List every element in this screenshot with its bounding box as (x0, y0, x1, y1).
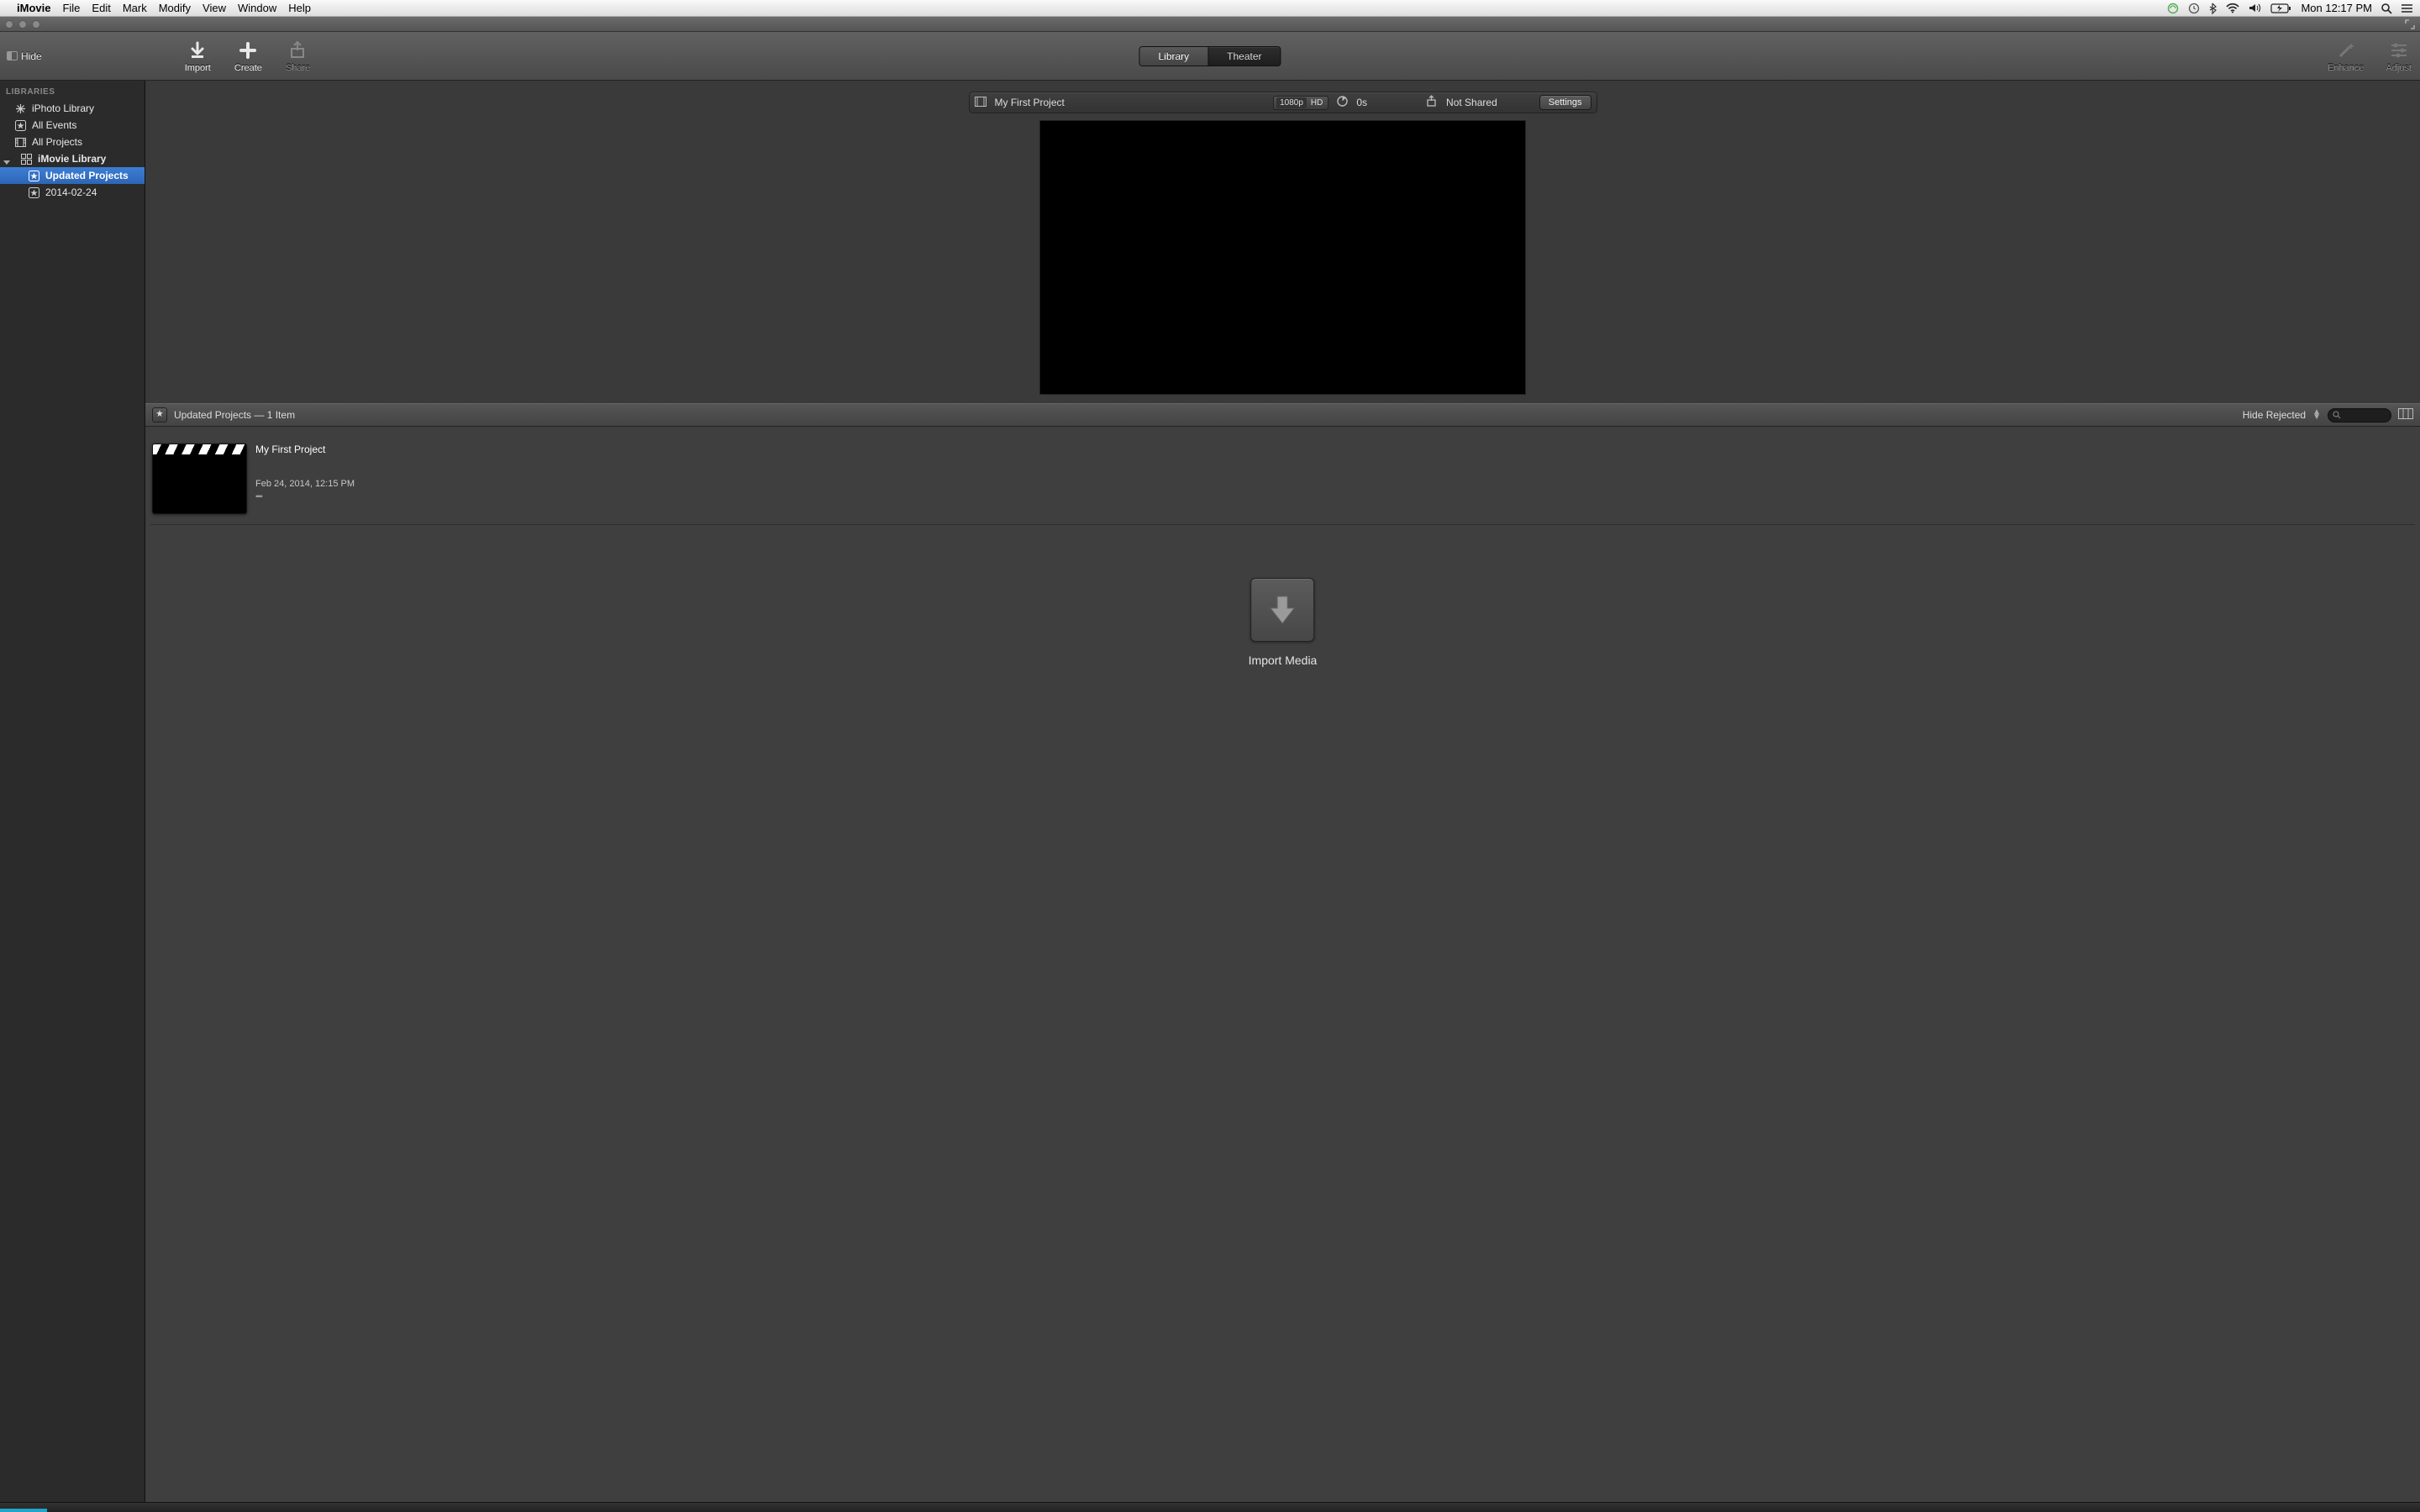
menubar-clock[interactable]: Mon 12:17 PM (2301, 2, 2372, 14)
create-icon (237, 39, 259, 61)
star-icon (29, 187, 39, 198)
close-window-icon[interactable] (5, 20, 13, 29)
hide-label: Hide (21, 50, 42, 62)
dock-indicator (0, 1509, 47, 1512)
share-button[interactable]: Share (286, 39, 310, 73)
library-icon (21, 154, 32, 165)
resolution-badge: 1080pHD (1273, 96, 1328, 110)
import-media-button[interactable] (1250, 578, 1314, 642)
bottom-bar (0, 1502, 2420, 1512)
menu-view[interactable]: View (203, 2, 226, 14)
share-icon (287, 39, 309, 61)
share-label: Share (286, 63, 310, 73)
duration-icon (1337, 96, 1348, 109)
settings-button[interactable]: Settings (1539, 95, 1591, 110)
hide-sidebar-button[interactable]: Hide (7, 50, 42, 62)
status-battery-icon[interactable] (2270, 3, 2292, 13)
sidebar-item-date[interactable]: 2014-02-24 (0, 184, 145, 201)
zoom-window-icon[interactable] (32, 20, 40, 29)
adjust-button[interactable]: Adjust (2386, 39, 2412, 73)
photos-icon (15, 103, 26, 114)
menu-file[interactable]: File (62, 2, 80, 14)
project-card[interactable]: My First Project Feb 24, 2014, 12:15 PM … (152, 444, 355, 514)
enhance-button[interactable]: Enhance (2328, 39, 2364, 73)
sidebar-item-label: All Projects (32, 136, 82, 148)
search-icon (2333, 411, 2341, 419)
event-browser: My First Project Feb 24, 2014, 12:15 PM … (145, 427, 2420, 1502)
tab-library[interactable]: Library (1139, 47, 1208, 66)
minimize-window-icon[interactable] (18, 20, 27, 29)
project-card-badge-icon: ▪▪▪ (255, 492, 355, 501)
sort-stepper[interactable]: ▲▼ (2312, 410, 2321, 420)
toolbar: Hide Import Create Share Library Theater (0, 32, 2420, 81)
sidebar: LIBRARIES iPhoto Library All Events All … (0, 81, 145, 1502)
browser-title: Updated Projects — 1 Item (174, 409, 295, 421)
menu-modify[interactable]: Modify (159, 2, 191, 14)
share-status-icon (1426, 96, 1438, 109)
sidebar-item-label: All Events (32, 119, 76, 131)
project-duration: 0s (1356, 97, 1367, 108)
browser-star-icon[interactable] (152, 407, 167, 423)
create-button[interactable]: Create (234, 39, 262, 73)
disclosure-triangle-icon[interactable] (3, 160, 10, 165)
adjust-icon (2388, 39, 2410, 61)
hide-rejected-button[interactable]: Hide Rejected (2243, 409, 2306, 421)
status-bluetooth-icon[interactable] (2209, 3, 2217, 14)
sidebar-item-label: iMovie Library (38, 153, 106, 165)
macos-menubar: iMovie File Edit Mark Modify View Window… (0, 0, 2420, 17)
project-card-date: Feb 24, 2014, 12:15 PM (255, 479, 355, 489)
share-status: Not Shared (1446, 97, 1497, 108)
sidebar-item-iphoto[interactable]: iPhoto Library (0, 100, 145, 117)
window-titlebar (0, 17, 2420, 32)
menu-window[interactable]: Window (238, 2, 276, 14)
sidebar-section-libraries: LIBRARIES (0, 81, 145, 100)
film-icon (15, 137, 26, 148)
project-info-bar: My First Project 1080pHD 0s Not Shared S… (969, 92, 1597, 113)
content-area: My First Project 1080pHD 0s Not Shared S… (145, 81, 2420, 1502)
search-input[interactable] (2328, 408, 2391, 423)
project-icon (975, 97, 986, 109)
status-wifi-icon[interactable] (2225, 3, 2240, 13)
import-media-label: Import Media (1249, 654, 1318, 667)
sidebar-item-imovie-library[interactable]: iMovie Library (0, 150, 145, 167)
import-label: Import (185, 63, 211, 73)
view-segmented-control[interactable]: Library Theater (1139, 46, 1281, 66)
browser-divider (150, 524, 2415, 525)
tab-theater[interactable]: Theater (1208, 47, 1280, 66)
star-icon (29, 171, 39, 181)
thumbnail-size-icon[interactable] (2398, 408, 2413, 423)
adjust-label: Adjust (2386, 63, 2412, 73)
browser-header: Updated Projects — 1 Item Hide Rejected … (145, 403, 2420, 427)
status-volume-icon[interactable] (2249, 3, 2262, 13)
menu-edit[interactable]: Edit (92, 2, 110, 14)
star-icon (15, 120, 26, 131)
project-thumbnail[interactable] (152, 444, 247, 514)
fullscreen-icon[interactable] (2405, 19, 2415, 32)
sidebar-item-label: Updated Projects (45, 170, 129, 181)
import-button[interactable]: Import (185, 39, 211, 73)
status-timemachine-icon[interactable] (2188, 3, 2201, 14)
project-card-title: My First Project (255, 444, 355, 455)
app-menu[interactable]: iMovie (17, 2, 50, 14)
sidebar-item-updated-projects[interactable]: Updated Projects (0, 167, 145, 184)
menu-mark[interactable]: Mark (123, 2, 147, 14)
status-sync-icon[interactable] (2167, 3, 2180, 14)
import-icon (187, 39, 208, 61)
notification-center-icon[interactable] (2401, 3, 2413, 13)
sidebar-item-label: 2014-02-24 (45, 186, 97, 198)
window-traffic-lights[interactable] (5, 20, 40, 29)
clapper-icon (153, 444, 246, 454)
sidebar-item-all-projects[interactable]: All Projects (0, 134, 145, 150)
enhance-icon (2335, 39, 2357, 61)
spotlight-icon[interactable] (2381, 3, 2392, 14)
menu-help[interactable]: Help (288, 2, 311, 14)
enhance-label: Enhance (2328, 63, 2364, 73)
project-name[interactable]: My First Project (995, 97, 1065, 108)
sidebar-item-label: iPhoto Library (32, 102, 94, 114)
import-arrow-icon (1265, 591, 1299, 628)
create-label: Create (234, 63, 262, 73)
sidebar-item-all-events[interactable]: All Events (0, 117, 145, 134)
preview-viewer[interactable] (1039, 120, 1526, 395)
